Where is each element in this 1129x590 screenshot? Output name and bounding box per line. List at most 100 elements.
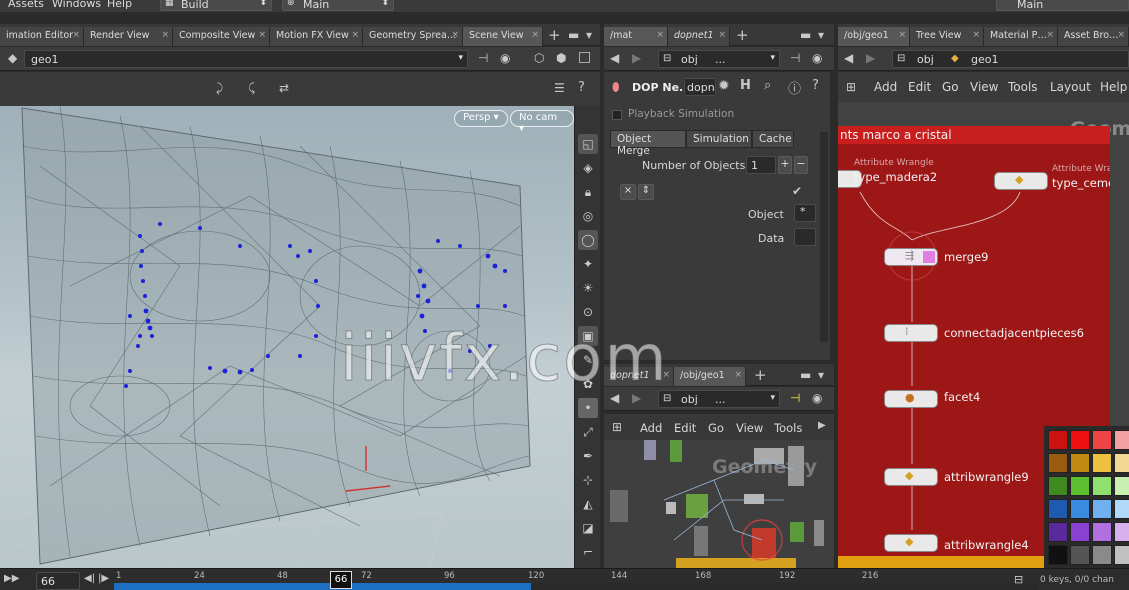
color-swatch[interactable] [1070, 453, 1090, 473]
menu-help[interactable]: Help [1100, 80, 1127, 94]
node-type-cemento[interactable]: ◆ [994, 172, 1048, 190]
tab-simulation[interactable]: Simulation [686, 130, 752, 148]
houdini-help-icon[interactable]: H [740, 78, 751, 93]
frame-icon[interactable]: ⌐ [578, 542, 598, 562]
pin-icon[interactable]: ⊣ [790, 51, 800, 65]
color-swatch[interactable] [1092, 499, 1112, 519]
fullscreen-icon[interactable]: □ [578, 49, 591, 65]
color-swatch[interactable] [1070, 499, 1090, 519]
geo-network-editor[interactable]: Geometry [604, 440, 834, 568]
color-swatch[interactable] [1114, 522, 1129, 542]
scrollbar[interactable] [820, 132, 828, 342]
close-icon[interactable]: × [531, 30, 539, 40]
node-facet4[interactable]: ● [884, 390, 938, 408]
info-icon[interactable]: ⓘ [788, 78, 801, 97]
color-swatch[interactable] [1092, 430, 1112, 450]
color-swatch[interactable] [1092, 476, 1112, 496]
close-icon[interactable]: × [898, 30, 906, 40]
node-connectadjacentpieces6[interactable]: ⁞ [884, 324, 938, 342]
pane-menu-icon[interactable]: ▬ [800, 28, 811, 42]
geo-path-field[interactable]: geo1 ▾ [24, 50, 468, 68]
reorder-entry-button[interactable]: ⇕ [638, 184, 654, 200]
tab-dopnet1-lower[interactable]: dopnet1 × [604, 367, 674, 386]
tab-render-view[interactable]: Render View × [84, 27, 173, 46]
tab-scene-view[interactable]: Scene View × [463, 27, 543, 46]
snap-grid-icon[interactable]: ⊹ [578, 470, 598, 490]
tab-tree-view[interactable]: Tree View × [910, 27, 984, 46]
menu-go[interactable]: Go [708, 421, 724, 435]
close-icon[interactable]: × [972, 30, 980, 40]
tab-material-palette[interactable]: Material P… × [984, 27, 1058, 46]
pane-menu-icon[interactable]: ▬ [568, 28, 579, 42]
close-icon[interactable]: × [161, 30, 169, 40]
node-merge9[interactable]: ⇶ [884, 248, 938, 266]
back-arrow-icon[interactable]: ◀ [610, 391, 619, 405]
right-main-dropdown[interactable]: Main [996, 0, 1129, 11]
persp-camera-button[interactable]: Persp ▾ [454, 110, 508, 127]
geo-pane-path-field[interactable]: ⊟ obj ... ▾ [658, 390, 780, 408]
display-options-icon[interactable]: ◱ [578, 134, 598, 154]
gear-icon[interactable]: ✹ [718, 78, 730, 94]
step-forward-icon[interactable]: |▶ [98, 573, 109, 584]
num-objects-field[interactable]: 1 [746, 156, 776, 174]
snap-icon[interactable]: ⬢ [556, 51, 566, 65]
menu-add[interactable]: Add [874, 80, 897, 94]
current-frame-marker[interactable]: 66 [330, 571, 352, 589]
tab-obj-geo1-lower[interactable]: /obj/geo1 × [674, 367, 746, 386]
color-swatch[interactable] [1048, 453, 1068, 473]
desktop-build-dropdown[interactable]: ▦ Build ⬍ [160, 0, 272, 11]
forward-arrow-icon[interactable]: ▶ [632, 391, 641, 405]
transform-tool-icon[interactable]: ⇄ [279, 81, 289, 95]
toolbar-icon[interactable]: ⊞ [846, 80, 856, 94]
close-icon[interactable]: × [351, 30, 359, 40]
color-swatch[interactable] [1114, 545, 1129, 565]
menu-layout[interactable]: Layout [1050, 80, 1091, 94]
tab-animation-editor[interactable]: imation Editor × [0, 27, 84, 46]
node-attribwrangle9[interactable]: ◆ [884, 468, 938, 486]
ghost-icon[interactable]: ◈ [578, 158, 598, 178]
forward-arrow-icon[interactable]: ▶ [632, 51, 641, 65]
menu-view[interactable]: View [736, 421, 763, 435]
menu-edit[interactable]: Edit [908, 80, 931, 94]
color-swatch[interactable] [1092, 522, 1112, 542]
link-icon[interactable]: ◉ [500, 51, 510, 65]
close-icon[interactable]: × [734, 370, 742, 380]
color-swatch[interactable] [1114, 453, 1129, 473]
texture-icon[interactable]: ✿ [578, 374, 598, 394]
color-swatch[interactable] [1070, 430, 1090, 450]
brush-icon[interactable]: ✎ [578, 350, 598, 370]
menu-view[interactable]: View [970, 80, 998, 94]
color-swatch[interactable] [1114, 430, 1129, 450]
display-icon[interactable]: ⬡ [534, 51, 544, 65]
tab-motion-fx-view[interactable]: Motion FX View × [270, 27, 363, 46]
menu-edit[interactable]: Edit [674, 421, 696, 435]
menu-tools[interactable]: Tools [1008, 80, 1038, 94]
pane-menu-icon[interactable]: ▬ [800, 368, 811, 382]
add-object-button[interactable]: + [778, 156, 792, 174]
handle-icon[interactable]: ◭ [578, 494, 598, 514]
color-swatch[interactable] [1048, 476, 1068, 496]
scene-viewport[interactable]: Persp ▾ No cam ▾ [0, 106, 574, 568]
pen-icon[interactable]: ✒ [578, 446, 598, 466]
back-arrow-icon[interactable]: ◀ [844, 51, 853, 65]
desktop-main-dropdown[interactable]: ⊕ Main ⬍ [282, 0, 394, 11]
more-arrow-icon[interactable]: ▶ [818, 420, 826, 431]
check-icon[interactable]: ✔ [792, 184, 802, 198]
data-field[interactable] [794, 228, 816, 246]
pin-icon[interactable]: ⊣ [790, 391, 800, 405]
toolbar-icon[interactable]: ⊞ [612, 420, 622, 434]
menu-help[interactable]: Help [107, 0, 132, 10]
select-tool-icon[interactable]: ⤸ [216, 81, 223, 96]
object-field[interactable]: * [794, 204, 816, 222]
help-icon[interactable]: ? [578, 80, 585, 95]
close-icon[interactable]: × [656, 30, 664, 40]
close-icon[interactable]: × [1046, 30, 1054, 40]
link-icon[interactable]: ◉ [812, 391, 822, 405]
close-icon[interactable]: × [72, 30, 80, 40]
color-swatch[interactable] [1070, 545, 1090, 565]
add-tab-icon[interactable]: + [548, 26, 561, 44]
color-swatch[interactable] [1114, 476, 1129, 496]
lock-icon[interactable]: 🔒︎ [578, 182, 598, 202]
ring-icon[interactable]: ◯ [578, 230, 598, 250]
playback-checkbox[interactable] [612, 110, 622, 120]
